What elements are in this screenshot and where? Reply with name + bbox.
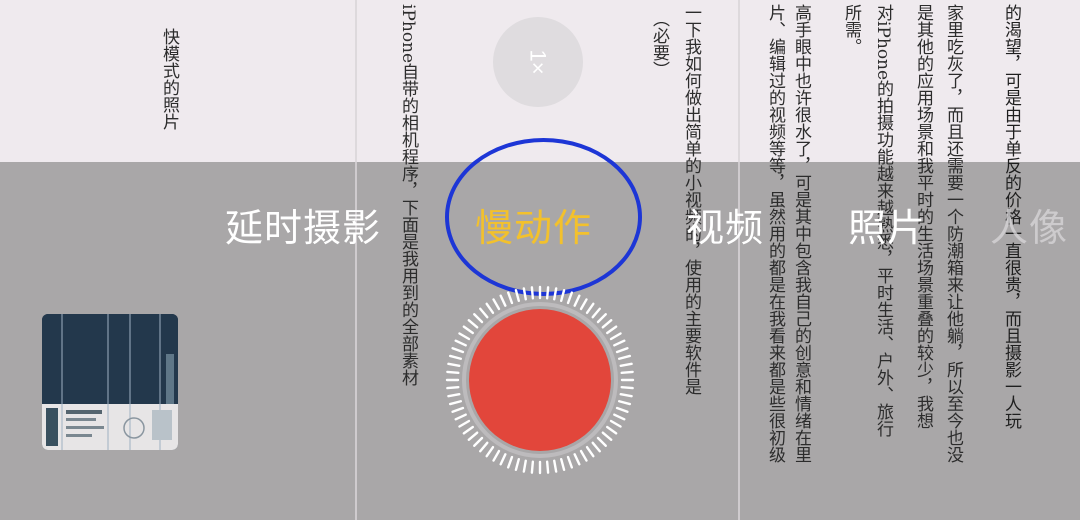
document-text-line: iPhone自带的相机程序，下面是我用到的全部素材 <box>398 4 418 387</box>
document-text-line: 快模式的照片 <box>159 28 179 130</box>
document-text-line: （必要） <box>649 10 669 78</box>
page-divider <box>738 0 740 520</box>
record-shutter-icon <box>445 285 635 475</box>
mode-photo[interactable]: 照片 <box>848 197 926 252</box>
zoom-level-label: 1× <box>526 49 551 75</box>
document-text-line: 所需。 <box>841 4 861 55</box>
record-button[interactable] <box>445 285 635 475</box>
page-divider <box>355 0 357 520</box>
mode-portrait[interactable]: 人像 <box>990 197 1068 252</box>
mode-timelapse[interactable]: 延时摄影 <box>225 197 381 252</box>
mode-slowmo[interactable]: 慢动作 <box>475 197 592 252</box>
recent-media-thumbnail[interactable] <box>42 314 178 450</box>
zoom-toggle-button[interactable]: 1× <box>493 17 583 107</box>
thumbnail-preview-image <box>42 314 178 450</box>
camera-mode-selector[interactable]: 延时摄影 慢动作 视频 照片 人像 <box>0 197 1080 250</box>
mode-video[interactable]: 视频 <box>686 197 764 252</box>
